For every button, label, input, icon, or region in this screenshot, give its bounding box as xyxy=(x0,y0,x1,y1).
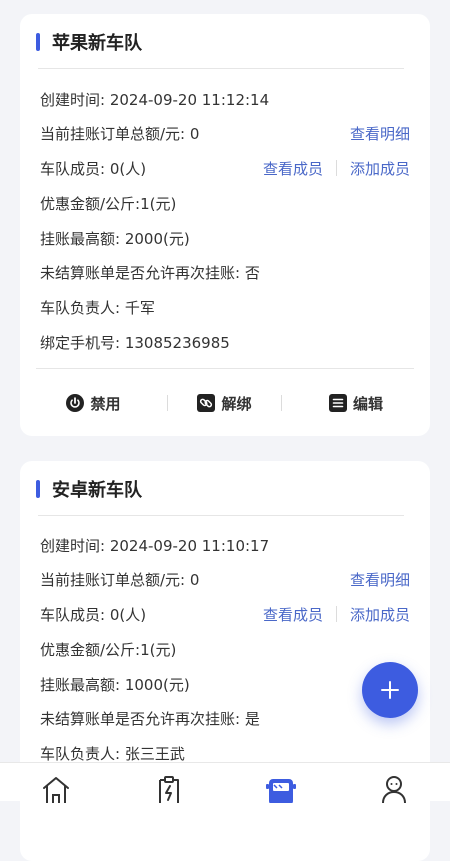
credit-total-row: 当前挂账订单总额/元: 0 查看明细 xyxy=(40,567,410,591)
credit-total: 当前挂账订单总额/元: 0 xyxy=(40,124,200,143)
card-title: 安卓新车队 xyxy=(36,479,142,501)
bottom-tab-bar xyxy=(0,762,450,803)
title-accent-bar xyxy=(36,33,40,51)
unbind-label: 解绑 xyxy=(221,394,252,413)
discount-per-kg: 优惠金额/公斤:1(元) xyxy=(40,194,177,213)
members-row: 车队成员: 0(人) 查看成员 添加成员 xyxy=(40,602,410,626)
created-time: 创建时间: 2024-09-20 11:10:17 xyxy=(40,536,270,555)
add-fleet-button[interactable] xyxy=(362,662,418,718)
home-icon xyxy=(43,777,69,803)
member-count: 车队成员: 0(人) xyxy=(40,159,147,178)
view-detail-link[interactable]: 查看明细 xyxy=(350,123,410,144)
max-credit-row: 挂账最高额: 1000(元) xyxy=(40,672,410,696)
member-count: 车队成员: 0(人) xyxy=(40,605,147,624)
tab-fleet[interactable] xyxy=(263,775,299,805)
credit-total-row: 当前挂账订单总额/元: 0 查看明细 xyxy=(40,121,410,145)
unlink-icon xyxy=(197,394,216,412)
fleet-card: 安卓新车队 创建时间: 2024-09-20 11:10:17 当前挂账订单总额… xyxy=(20,461,430,861)
title-divider xyxy=(38,515,404,516)
edit-label: 编辑 xyxy=(352,394,383,413)
view-detail-link[interactable]: 查看明细 xyxy=(350,569,410,590)
add-member-link[interactable]: 添加成员 xyxy=(350,604,410,625)
credit-total: 当前挂账订单总额/元: 0 xyxy=(40,570,200,589)
tab-profile[interactable] xyxy=(376,775,412,805)
allow-credit-again: 未结算账单是否允许再次挂账: 否 xyxy=(40,263,260,282)
created-time-row: 创建时间: 2024-09-20 11:12:14 xyxy=(40,87,410,111)
discount-per-kg: 优惠金额/公斤:1(元) xyxy=(40,640,177,659)
max-credit: 挂账最高额: 2000(元) xyxy=(40,229,190,248)
max-credit-row: 挂账最高额: 2000(元) xyxy=(40,226,410,250)
members-row: 车队成员: 0(人) 查看成员 添加成员 xyxy=(40,156,410,180)
charge-clipboard-icon xyxy=(159,776,179,803)
fleet-name: 苹果新车队 xyxy=(52,33,142,54)
link-divider xyxy=(335,606,337,622)
discount-row: 优惠金额/公斤:1(元) xyxy=(40,191,410,215)
unbind-button[interactable]: 解绑 xyxy=(168,393,281,414)
allow-again-row: 未结算账单是否允许再次挂账: 否 xyxy=(40,260,410,284)
title-divider xyxy=(38,68,404,69)
tab-charging[interactable] xyxy=(151,775,187,805)
disable-label: 禁用 xyxy=(90,394,121,413)
edit-button[interactable]: 编辑 xyxy=(282,393,430,414)
fleet-name: 安卓新车队 xyxy=(52,480,142,501)
manager-row: 车队负责人: 千军 xyxy=(40,295,410,319)
allow-again-row: 未结算账单是否允许再次挂账: 是 xyxy=(40,706,410,730)
view-members-link[interactable]: 查看成员 xyxy=(263,158,323,179)
user-profile-icon xyxy=(382,776,406,803)
card-title: 苹果新车队 xyxy=(36,32,142,54)
disable-button[interactable]: 禁用 xyxy=(20,393,167,414)
edit-list-icon xyxy=(328,394,347,412)
card-actions: 禁用 解绑 编辑 xyxy=(20,389,430,417)
title-accent-bar xyxy=(36,480,40,498)
add-member-link[interactable]: 添加成员 xyxy=(350,158,410,179)
view-members-link[interactable]: 查看成员 xyxy=(263,604,323,625)
discount-row: 优惠金额/公斤:1(元) xyxy=(40,637,410,661)
tab-home[interactable] xyxy=(38,775,74,805)
fleet-manager: 车队负责人: 千军 xyxy=(40,298,155,317)
fleet-manager: 车队负责人: 张三王武 xyxy=(40,744,185,763)
link-divider xyxy=(335,160,337,176)
fleet-bus-icon xyxy=(266,779,296,803)
created-time: 创建时间: 2024-09-20 11:12:14 xyxy=(40,90,270,109)
fleet-card: 苹果新车队 创建时间: 2024-09-20 11:12:14 当前挂账订单总额… xyxy=(20,14,430,436)
plus-icon xyxy=(381,681,399,699)
bound-phone: 绑定手机号: 13085236985 xyxy=(40,333,230,352)
actions-divider xyxy=(36,368,414,369)
max-credit: 挂账最高额: 1000(元) xyxy=(40,675,190,694)
created-time-row: 创建时间: 2024-09-20 11:10:17 xyxy=(40,533,410,557)
power-icon xyxy=(66,394,85,412)
phone-row: 绑定手机号: 13085236985 xyxy=(40,330,410,354)
allow-credit-again: 未结算账单是否允许再次挂账: 是 xyxy=(40,709,260,728)
